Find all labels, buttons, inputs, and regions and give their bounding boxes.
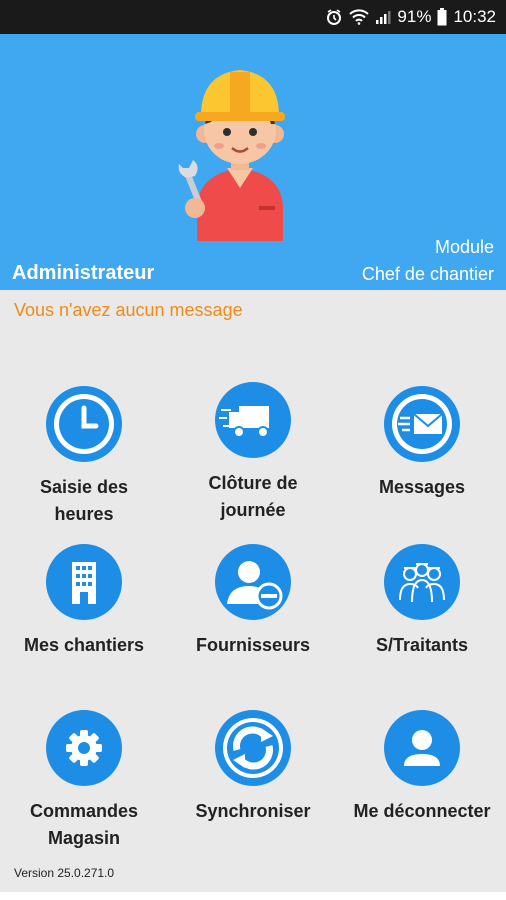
gear-icon bbox=[46, 710, 122, 786]
clock-time: 10:32 bbox=[453, 7, 496, 26]
menu-label: S/Traitants bbox=[338, 632, 506, 659]
clock-icon bbox=[46, 386, 122, 462]
menu-label: Me déconnecter bbox=[338, 798, 506, 825]
menu-label-line1: Commandes bbox=[29, 801, 139, 821]
menu-label-line1: Me déconnecter bbox=[353, 801, 491, 821]
menu-saisie-heures[interactable]: Saisie des heures bbox=[0, 386, 168, 528]
menu-label: Fournisseurs bbox=[169, 632, 337, 659]
menu-label-line1: Saisie des bbox=[39, 477, 129, 497]
menu-me-deconnecter[interactable]: Me déconnecter bbox=[338, 710, 506, 825]
menu-label-line2: journée bbox=[220, 500, 286, 520]
menu-label-line1: Messages bbox=[378, 477, 466, 497]
truck-icon bbox=[215, 382, 291, 458]
menu-label: Clôture de journée bbox=[169, 470, 337, 524]
module-name: Module Chef de chantier bbox=[362, 234, 494, 288]
menu-cloture-journee[interactable]: Clôture de journée bbox=[169, 382, 337, 524]
menu-label-line1: Mes chantiers bbox=[23, 635, 145, 655]
battery-percent: 91% bbox=[397, 7, 432, 26]
module-label: Module bbox=[434, 237, 494, 257]
main-content: Vous n'avez aucun message Saisie des heu… bbox=[0, 290, 506, 892]
menu-label: Saisie des heures bbox=[0, 474, 168, 528]
message-status: Vous n'avez aucun message bbox=[14, 300, 243, 320]
header-banner: Administrateur Module Chef de chantier bbox=[0, 34, 506, 290]
construction-worker-avatar bbox=[178, 70, 285, 241]
menu-label-line1: S/Traitants bbox=[375, 635, 469, 655]
user-role: Administrateur bbox=[12, 262, 155, 284]
status-bar: 91% 10:32 bbox=[0, 0, 506, 34]
menu-messages[interactable]: Messages bbox=[338, 386, 506, 501]
wifi-icon bbox=[349, 9, 370, 25]
user-icon bbox=[384, 710, 460, 786]
menu-label-line1: Synchroniser bbox=[195, 801, 311, 821]
app-version: Version 25.0.271.0 bbox=[14, 866, 115, 880]
envelope-icon bbox=[384, 386, 460, 462]
bottom-edge bbox=[0, 892, 506, 900]
module-value: Chef de chantier bbox=[361, 264, 494, 284]
alarm-icon bbox=[325, 8, 343, 26]
supplier-icon bbox=[215, 544, 291, 620]
menu-label-line2: heures bbox=[54, 504, 114, 524]
menu-label: Commandes Magasin bbox=[0, 798, 168, 852]
menu-label-line2: Magasin bbox=[47, 828, 121, 848]
menu-s-traitants[interactable]: S/Traitants bbox=[338, 544, 506, 659]
menu-synchroniser[interactable]: Synchroniser bbox=[169, 710, 337, 825]
workers-icon bbox=[384, 544, 460, 620]
sync-icon bbox=[215, 710, 291, 786]
building-icon bbox=[46, 544, 122, 620]
menu-commandes-magasin[interactable]: Commandes Magasin bbox=[0, 710, 168, 852]
menu-label: Messages bbox=[338, 474, 506, 501]
menu-label-line1: Clôture de bbox=[208, 473, 298, 493]
menu-fournisseurs[interactable]: Fournisseurs bbox=[169, 544, 337, 659]
menu-mes-chantiers[interactable]: Mes chantiers bbox=[0, 544, 168, 659]
menu-label-line1: Fournisseurs bbox=[195, 635, 311, 655]
signal-icon bbox=[375, 9, 391, 25]
menu-label: Mes chantiers bbox=[0, 632, 168, 659]
battery-icon bbox=[437, 8, 447, 26]
menu-label: Synchroniser bbox=[169, 798, 337, 825]
